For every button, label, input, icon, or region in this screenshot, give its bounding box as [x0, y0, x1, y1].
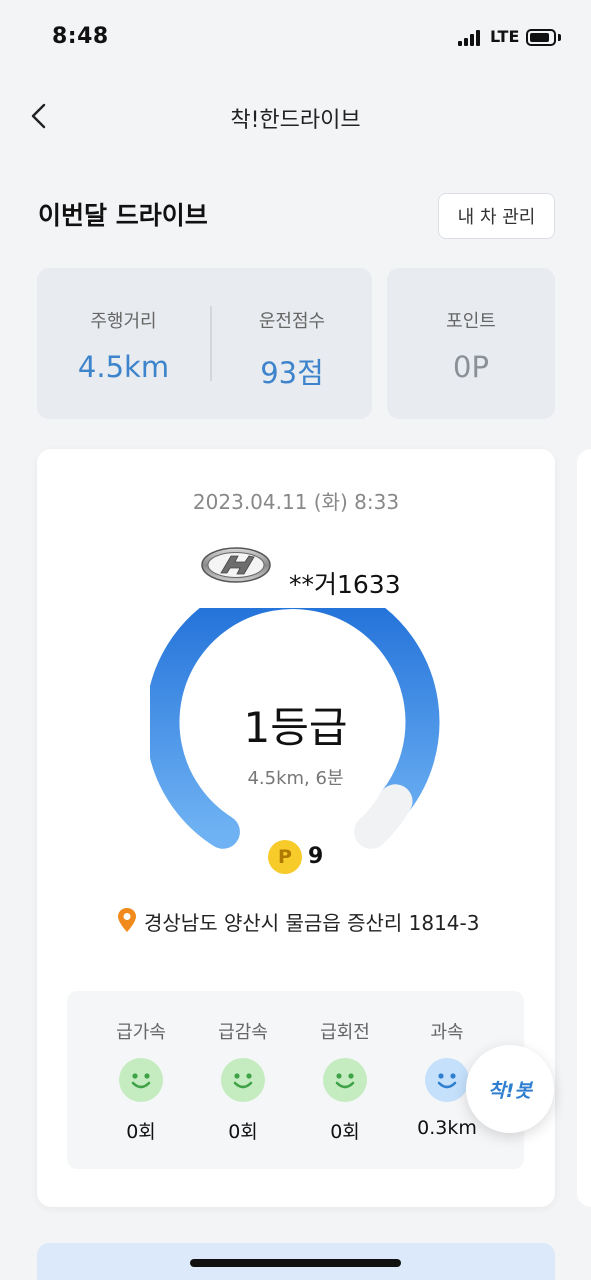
distance-label: 주행거리: [90, 311, 157, 332]
chatbot-button[interactable]: 착!봇: [466, 1045, 554, 1133]
license-plate: **거1633: [289, 570, 401, 599]
smiley-face-icon: [221, 1058, 265, 1102]
car-row: **거1633: [0, 545, 591, 605]
event-count: 0회: [126, 1121, 156, 1143]
point-coin-icon: P: [268, 840, 302, 874]
network-label: LTE: [490, 27, 520, 46]
manage-car-button[interactable]: 내 차 관리: [438, 193, 555, 239]
location-pin-icon: [118, 908, 136, 932]
drive-address: 경상남도 양산시 물금읍 증산리 1814-3: [144, 911, 480, 935]
smiley-face-icon: [323, 1058, 367, 1102]
score-label: 운전점수: [258, 311, 326, 332]
score-value: 93점: [260, 356, 324, 390]
event-count: 0회: [330, 1121, 360, 1143]
driving-events: 급가속 0회 급감속 0회 급회전 0회 과속 0.3km: [67, 991, 524, 1169]
distance-stat: 주행거리 4.5km: [37, 268, 210, 419]
event-label: 급가속: [116, 1022, 166, 1043]
drive-date: 2023.04.11 (화) 8:33: [192, 490, 400, 514]
status-bar: 8:48 LTE: [0, 0, 591, 76]
points-card[interactable]: 포인트 0P: [387, 268, 555, 419]
drive-summary: 4.5km, 6분: [247, 768, 344, 789]
points-label: 포인트: [446, 311, 496, 332]
monthly-stats-card: 주행거리 4.5km 운전점수 93점: [37, 268, 372, 419]
event-sudden-acceleration: 급가속 0회: [91, 991, 191, 1169]
event-label: 급회전: [320, 1022, 370, 1043]
chatbot-label: 착!봇: [488, 1079, 532, 1102]
event-label: 과속: [430, 1022, 464, 1043]
smiley-face-icon: [425, 1058, 469, 1102]
status-time: 8:48: [52, 24, 109, 49]
points-value: 0P: [453, 350, 489, 384]
event-label: 급감속: [218, 1022, 268, 1043]
battery-icon: [526, 29, 556, 46]
hyundai-logo-icon: [201, 547, 271, 583]
battery-cap: [558, 34, 561, 41]
drive-grade: 1등급: [243, 703, 348, 752]
earned-points-value: 9: [308, 844, 324, 869]
section-title: 이번달 드라이브: [38, 201, 208, 230]
nav-bar: 착!한드라이브: [0, 86, 591, 146]
points-stat: 포인트 0P: [387, 268, 555, 419]
event-sudden-braking: 급감속 0회: [193, 991, 293, 1169]
event-count: 0회: [228, 1121, 258, 1143]
score-stat: 운전점수 93점: [212, 268, 372, 419]
signal-icon: [458, 30, 484, 46]
address-row: 경상남도 양산시 물금읍 증산리 1814-3: [0, 905, 591, 939]
page-title: 착!한드라이브: [230, 108, 361, 133]
distance-value: 4.5km: [77, 350, 170, 384]
smiley-face-icon: [119, 1058, 163, 1102]
home-indicator: [190, 1259, 401, 1267]
event-sharp-turn: 급회전 0회: [295, 991, 395, 1169]
